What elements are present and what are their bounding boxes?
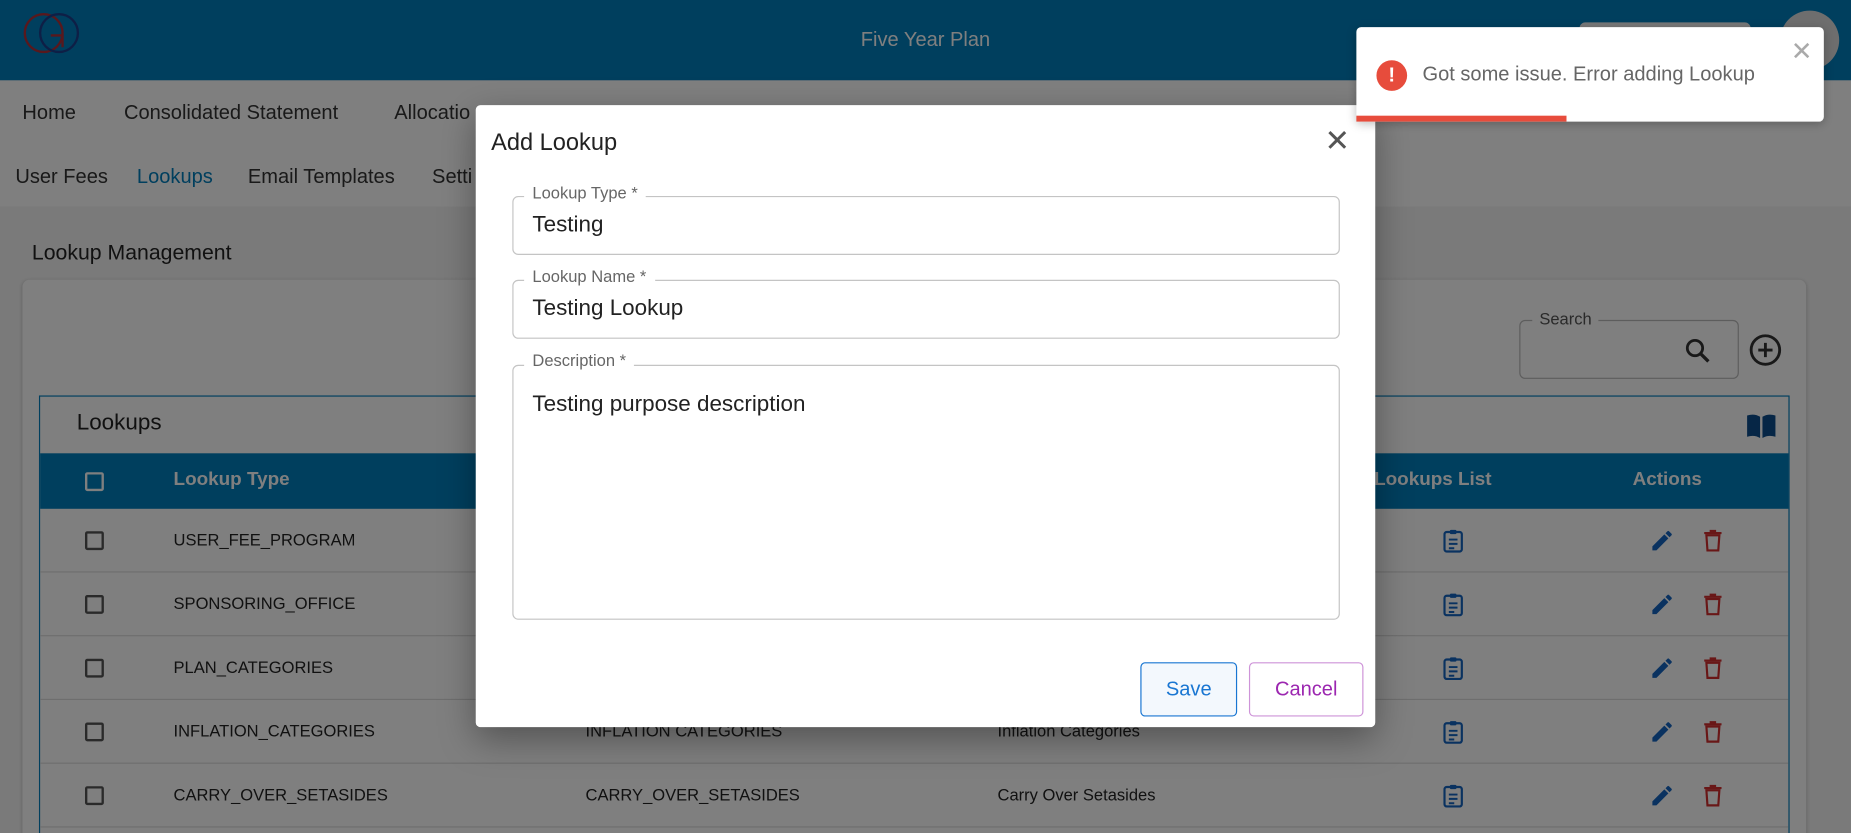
description-value[interactable]: Testing purpose description — [532, 392, 805, 418]
close-icon[interactable]: ✕ — [1324, 125, 1350, 156]
cancel-button[interactable]: Cancel — [1248, 662, 1364, 717]
error-icon: ! — [1376, 60, 1408, 91]
lookup-name-value[interactable]: Testing Lookup — [532, 296, 683, 322]
lookup-name-label: Lookup Name * — [524, 266, 655, 286]
toast-close-icon[interactable]: ✕ — [1791, 37, 1813, 68]
lookup-type-value[interactable]: Testing — [532, 212, 603, 238]
toast-message: Got some issue. Error adding Lookup — [1422, 62, 1755, 85]
dialog-title: Add Lookup — [491, 129, 618, 156]
lookup-type-label: Lookup Type * — [524, 182, 647, 202]
toast-progress-bar — [1356, 115, 1567, 122]
description-label: Description * — [524, 350, 635, 370]
lookup-type-field[interactable] — [512, 195, 1340, 255]
save-button[interactable]: Save — [1140, 662, 1238, 717]
